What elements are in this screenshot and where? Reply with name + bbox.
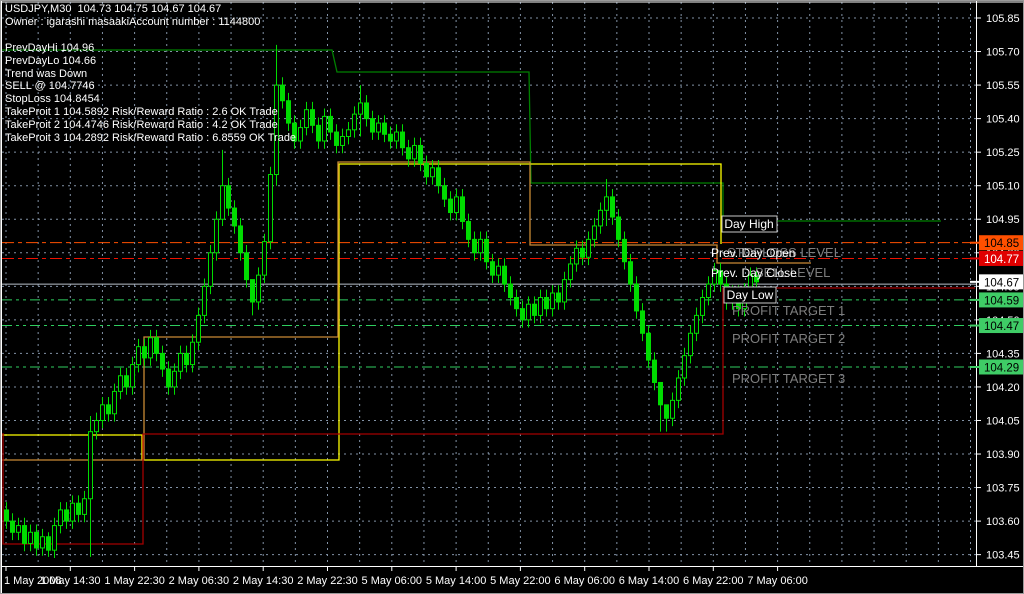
price-badge-label: 104.67 — [984, 277, 1019, 289]
chart-label: PROFIT TARGET 1 — [732, 303, 845, 318]
price-axis-label: 103.60 — [986, 516, 1020, 528]
price-badge-label: 104.47 — [984, 321, 1019, 333]
time-axis-label: 5 May 06:00 — [362, 575, 423, 587]
mt4-chart-window: STOPLOSS LEVELPrev. Day OpenSELL LEVELPr… — [0, 0, 1024, 594]
price-axis[interactable]: 105.85 105.70 105.55 105.40 105.25 105.10 104.… — [970, 13, 1024, 562]
chart-label: Prev. Day Close — [711, 266, 797, 280]
chart-label: PROFIT TARGET 3 — [732, 371, 845, 386]
day-box-maroon — [3, 288, 975, 544]
info-line: TakeProit 3 104.2892 Risk/Reward Ratio :… — [5, 132, 296, 145]
info-line: TakeProit 1 104.5892 Risk/Reward Ratio :… — [5, 106, 296, 119]
time-axis-label: 6 May 06:00 — [554, 575, 615, 587]
price-axis-label: 105.25 — [986, 147, 1020, 159]
price-axis-label: 104.35 — [986, 348, 1020, 360]
price-axis-label: 104.20 — [986, 382, 1020, 394]
time-axis-label: 5 May 22:00 — [490, 575, 551, 587]
time-axis-label: 6 May 22:00 — [683, 575, 744, 587]
chart-label: Day High — [724, 217, 773, 231]
time-axis-label: 1 May 14:30 — [40, 575, 101, 587]
price-badge-label: 104.77 — [984, 254, 1019, 266]
price-badge-label: 104.85 — [984, 238, 1019, 250]
day-box-orange — [1, 162, 811, 460]
time-axis-label: 2 May 22:30 — [297, 575, 358, 587]
price-badge-label: 104.59 — [984, 295, 1019, 307]
price-axis-label: 104.95 — [986, 214, 1020, 226]
time-axis-label: 6 May 14:00 — [619, 575, 680, 587]
info-line: TakeProit 2 104.4746 Risk/Reward Ratio :… — [5, 119, 296, 132]
price-axis-label: 103.90 — [986, 449, 1020, 461]
time-axis[interactable]: 1 May 20081 May 14:301 May 22:302 May 06… — [4, 566, 808, 587]
price-axis-label: 104.05 — [986, 415, 1020, 427]
time-axis-label: 1 May 22:30 — [104, 575, 165, 587]
chart-label: Day Low — [727, 288, 774, 302]
price-axis-label: 105.55 — [986, 80, 1020, 92]
trade-info-block: PrevDayHi 104.96PrevDayLo 104.66Trend wa… — [5, 42, 296, 144]
price-axis-label: 105.85 — [986, 13, 1020, 25]
time-axis-label: 2 May 06:30 — [169, 575, 230, 587]
chart-title: USDJPY,M30 104.73 104.75 104.67 104.67 — [5, 3, 221, 16]
chart-label: PROFIT TARGET 2 — [732, 331, 845, 346]
price-axis-label: 103.45 — [986, 550, 1020, 562]
info-line: Trend was Down — [5, 68, 296, 81]
price-axis-label: 105.40 — [986, 114, 1020, 126]
time-axis-label: 7 May 06:00 — [747, 575, 808, 587]
price-badge-label: 104.29 — [984, 362, 1019, 374]
info-line: PrevDayHi 104.96 — [5, 42, 296, 55]
price-axis-label: 105.10 — [986, 181, 1020, 193]
price-axis-label: 105.70 — [986, 47, 1020, 59]
chart-label: Prev. Day Open — [711, 246, 795, 260]
time-axis-label: 2 May 14:30 — [233, 575, 294, 587]
time-axis-label: 5 May 14:00 — [426, 575, 487, 587]
owner-line: Owner : igarashi masaakiAccount number :… — [5, 16, 260, 29]
info-line: SELL @ 104.7746 — [5, 80, 296, 93]
chart-annotations: STOPLOSS LEVELPrev. Day OpenSELL LEVELPr… — [711, 216, 845, 386]
info-line: PrevDayLo 104.66 — [5, 55, 296, 68]
info-line: StopLoss 104.8454 — [5, 93, 296, 106]
price-axis-label: 103.75 — [986, 483, 1020, 495]
